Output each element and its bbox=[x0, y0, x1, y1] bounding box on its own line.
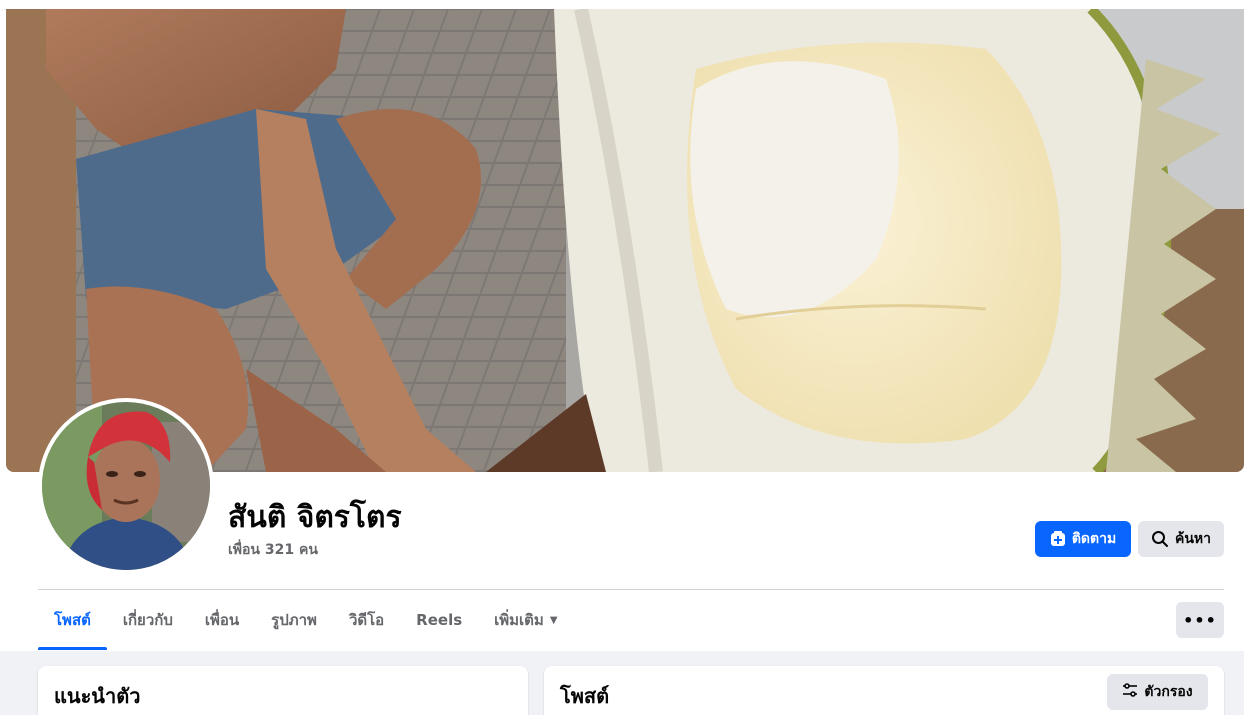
friends-count[interactable]: เพื่อน 321 คน bbox=[228, 539, 318, 561]
profile-avatar[interactable] bbox=[38, 398, 214, 574]
tab-friends[interactable]: เพื่อน bbox=[189, 590, 255, 650]
tab-photos[interactable]: รูปภาพ bbox=[255, 590, 333, 650]
filter-button-label: ตัวกรอง bbox=[1144, 684, 1193, 700]
tab-more-label: เพิ่มเติม bbox=[494, 611, 544, 629]
avatar-photo bbox=[42, 402, 210, 570]
tab-videos-label: วิดีโอ bbox=[348, 611, 385, 629]
tab-posts-label: โพสต์ bbox=[54, 611, 91, 629]
filter-button[interactable]: ตัวกรอง bbox=[1107, 674, 1208, 710]
tab-reels[interactable]: Reels bbox=[400, 590, 478, 650]
search-icon bbox=[1151, 530, 1169, 548]
follow-button-label: ติดตาม bbox=[1071, 531, 1117, 547]
cover-photo[interactable] bbox=[6, 9, 1244, 472]
tab-about[interactable]: เกี่ยวกับ bbox=[107, 590, 189, 650]
tab-reels-label: Reels bbox=[416, 611, 463, 629]
profile-name: สันติ จิตรโตร bbox=[228, 500, 402, 535]
profile-header: สันติ จิตรโตร เพื่อน 321 คน ติดตาม ค้นหา… bbox=[0, 0, 1244, 651]
intro-card: แนะนำตัว bbox=[38, 666, 528, 715]
top-nav-edge bbox=[0, 0, 1244, 9]
tab-about-label: เกี่ยวกับ bbox=[122, 611, 173, 629]
follow-button[interactable]: ติดตาม bbox=[1035, 521, 1131, 557]
chevron-down-icon: ▼ bbox=[549, 614, 558, 626]
tab-photos-label: รูปภาพ bbox=[271, 611, 317, 629]
follow-plus-icon bbox=[1050, 531, 1066, 547]
profile-tabs: โพสต์ เกี่ยวกับ เพื่อน รูปภาพ วิดีโอ Ree… bbox=[38, 590, 574, 650]
tab-videos[interactable]: วิดีโอ bbox=[333, 590, 400, 650]
tab-friends-label: เพื่อน bbox=[204, 611, 240, 629]
more-options-button[interactable]: ••• bbox=[1176, 602, 1224, 638]
intro-title: แนะนำตัว bbox=[54, 684, 141, 708]
search-button-label: ค้นหา bbox=[1174, 531, 1212, 547]
search-button[interactable]: ค้นหา bbox=[1138, 521, 1224, 557]
posts-title: โพสต์ bbox=[560, 684, 610, 708]
posts-card: โพสต์ ตัวกรอง bbox=[544, 666, 1224, 715]
filter-sliders-icon bbox=[1122, 682, 1138, 702]
tab-more[interactable]: เพิ่มเติม ▼ bbox=[478, 590, 573, 650]
tab-posts[interactable]: โพสต์ bbox=[38, 590, 107, 650]
cover-photo-graphic bbox=[6, 9, 1244, 472]
